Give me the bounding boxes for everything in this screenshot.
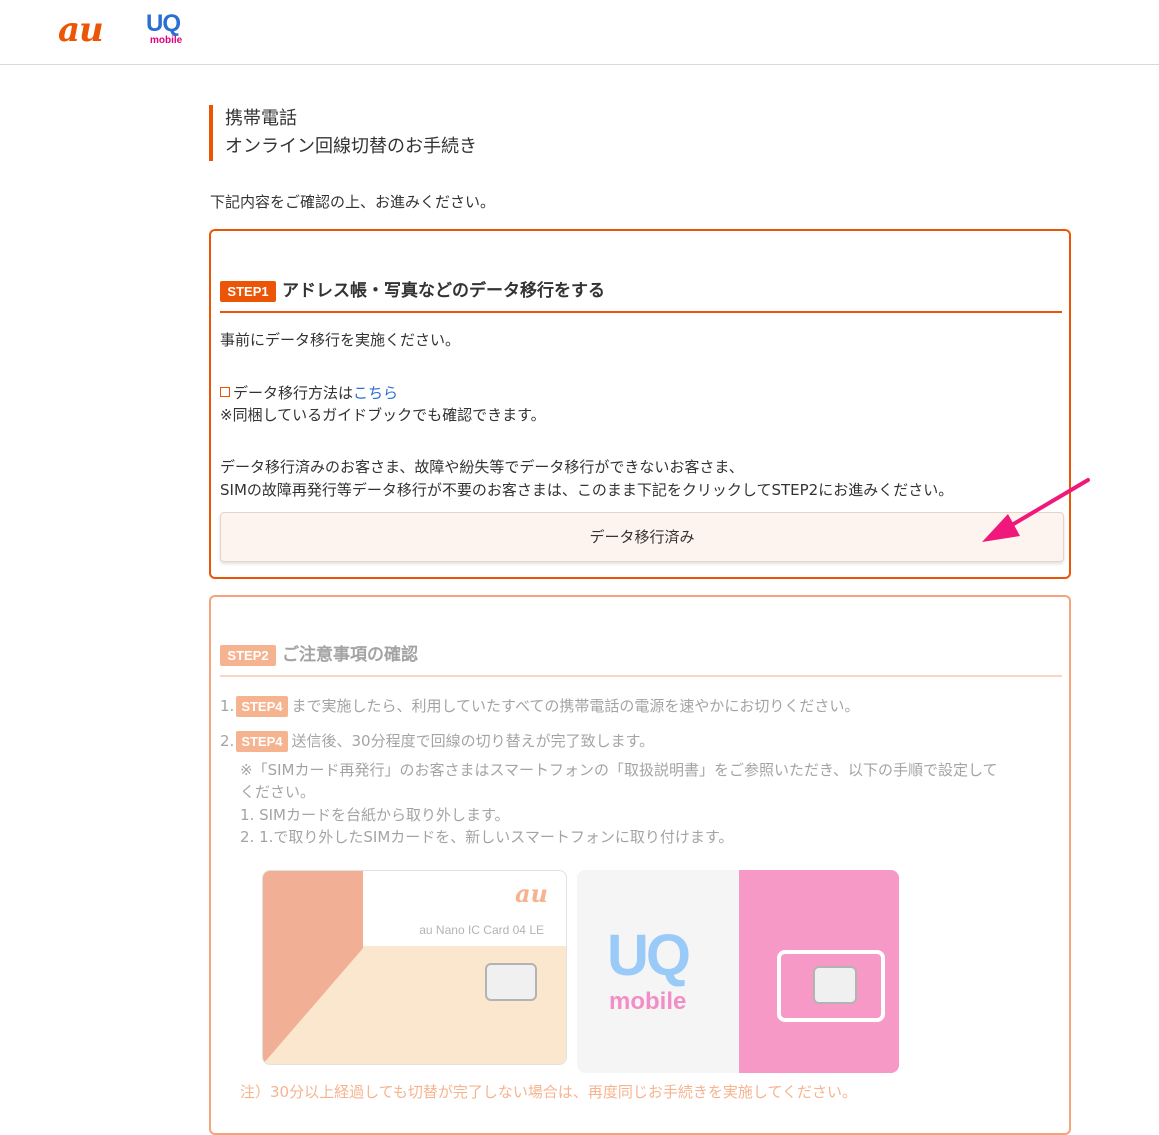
uq-mobile-logo[interactable]: UQ mobile — [146, 12, 188, 50]
step1-title: アドレス帳・写真などのデータ移行をする — [282, 281, 605, 301]
sim-step-1: 1. SIMカードを台紙から取り外します。 — [240, 806, 510, 824]
page-title: 携帯電話 オンライン回線切替のお手続き — [209, 105, 477, 161]
step2-header: STEP2 ご注意事項の確認 — [220, 635, 1062, 677]
step2-item2: 2. STEP4 送信後、30分程度で回線の切り替えが完了致します。 — [220, 730, 654, 752]
sim-chip-icon — [485, 963, 537, 1001]
step2-warning: 注）30分以上経過しても切替が完了しない場合は、再度同じお手続きを実施してくださ… — [240, 1083, 857, 1101]
step2-card: STEP2 ご注意事項の確認 1. STEP4 まで実施したら、利用していたすべての… — [209, 595, 1071, 1135]
step2-badge: STEP2 — [220, 645, 276, 666]
item2-step4-badge: STEP4 — [236, 731, 288, 752]
link-prefix: データ移行方法は — [233, 384, 354, 402]
sim-reissue-note: ※「SIMカード再発行」のお客さまはスマートフォンの「取扱説明書」をご参照いただ… — [240, 761, 998, 779]
page-title-line1: 携帯電話 — [225, 108, 297, 129]
step1-header: STEP1 アドレス帳・写真などのデータ移行をする — [220, 271, 1062, 313]
au-sim-caption: au Nano IC Card 04 LE — [419, 923, 544, 937]
intro-text: 下記内容をご確認の上、お進みください。 — [210, 193, 496, 211]
step2-title: ご注意事項の確認 — [282, 645, 418, 665]
item2-number: 2. — [220, 732, 235, 750]
item2-text: 送信後、30分程度で回線の切り替えが完了致します。 — [291, 732, 655, 750]
data-migrated-button[interactable]: データ移行済み — [220, 512, 1064, 562]
step1-note-line1: データ移行済みのお客さま、故障や紛失等でデータ移行ができないお客さま、 — [220, 458, 744, 476]
item1-step4-badge: STEP4 — [236, 696, 288, 717]
uq-sim-card-image: UQ mobile — [577, 870, 899, 1073]
step1-card: STEP1 アドレス帳・写真などのデータ移行をする 事前にデータ移行を実施くださ… — [209, 229, 1071, 579]
step1-note-line2: SIMの故障再発行等データ移行が不要のお客さまは、このまま下記をクリックしてST… — [220, 481, 954, 499]
sim-step-2: 2. 1.で取り外したSIMカードを、新しいスマートフォンに取り付けます。 — [240, 828, 734, 846]
guidebook-note: ※同梱しているガイドブックでも確認できます。 — [220, 406, 546, 424]
item1-text: まで実施したら、利用していたすべての携帯電話の電源を速やかにお切りください。 — [291, 697, 860, 715]
item1-number: 1. — [220, 697, 235, 715]
au-logo[interactable]: au — [58, 10, 104, 50]
au-sim-logo: au — [515, 879, 548, 908]
site-header: au UQ mobile — [0, 0, 1159, 65]
step1-instruction: 事前にデータ移行を実施ください。 — [220, 331, 461, 349]
uq-logo-text: UQ — [146, 10, 181, 37]
sim-reissue-note-cont: ください。 — [240, 783, 316, 801]
uq-sim-chip-icon — [813, 966, 857, 1004]
step1-badge: STEP1 — [220, 281, 276, 302]
external-link-icon — [220, 387, 230, 397]
data-migration-link[interactable]: こちら — [353, 384, 398, 402]
uq-sim-logo-sub: mobile — [609, 988, 687, 1015]
uq-logo-sub: mobile — [150, 35, 183, 46]
pointer-arrow-icon — [982, 478, 1090, 542]
data-migration-link-row: データ移行方法はこちら — [220, 382, 398, 404]
page-title-line2: オンライン回線切替のお手続き — [225, 136, 477, 157]
uq-sim-logo: UQ — [607, 923, 691, 988]
step2-item1: 1. STEP4 まで実施したら、利用していたすべての携帯電話の電源を速やかにお切り… — [220, 695, 859, 717]
au-sim-card-image: au au Nano IC Card 04 LE — [262, 870, 567, 1065]
sim-card-orange-shape — [263, 871, 363, 1064]
